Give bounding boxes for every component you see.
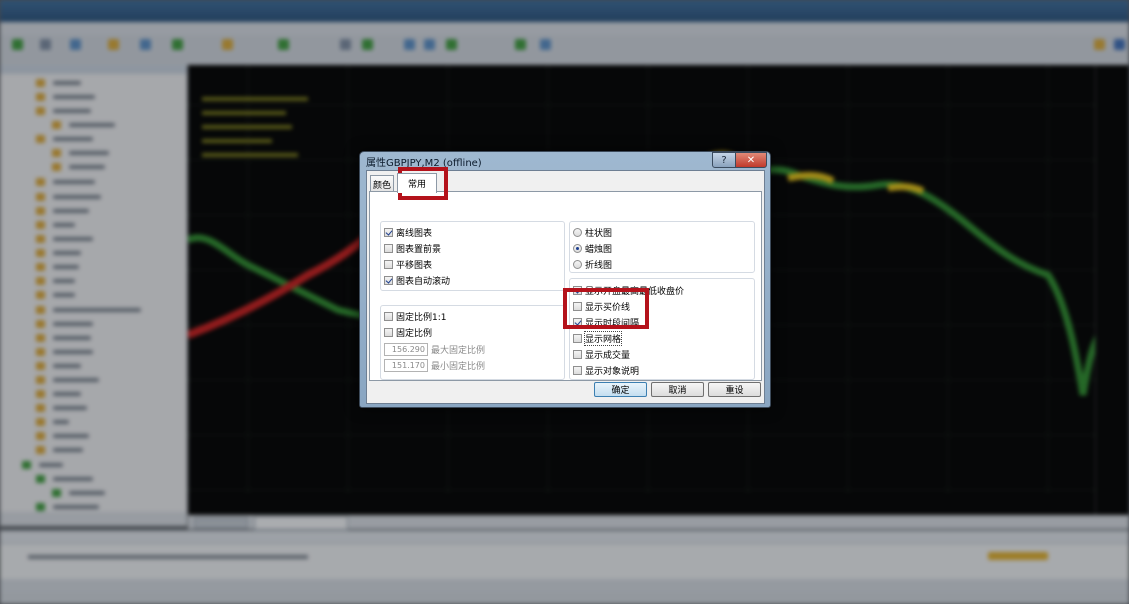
option-chart-autoscroll[interactable]: 图表自动滚动 (384, 274, 451, 287)
fixed-max-label: 最大固定比例 (431, 346, 486, 356)
option-show-period-separators[interactable]: 显示时段间隔 (573, 316, 640, 329)
checkbox[interactable] (384, 259, 393, 269)
option-show-volumes[interactable]: 显示成交量 (573, 348, 631, 361)
cancel-button[interactable]: 取消 (651, 382, 704, 397)
chart-type-candles[interactable]: 蜡烛图 (573, 242, 613, 255)
option-show-grid[interactable]: 显示网格 (573, 330, 623, 346)
option-label: 显示成交量 (585, 350, 631, 361)
checkbox[interactable] (384, 311, 393, 321)
option-label: 显示网格 (583, 330, 623, 346)
checkbox[interactable] (573, 349, 582, 359)
chart-type-group: 柱状图 蜡烛图 折线图 (569, 221, 755, 273)
ok-button[interactable]: 确定 (594, 382, 647, 397)
chart-options-group: 离线图表 图表置前景 平移图表 图表自动滚动 (380, 221, 565, 291)
fixed-max-input[interactable]: 156.290 (384, 343, 428, 356)
option-label: 离线图表 (396, 228, 433, 239)
option-show-ohlc[interactable]: 显示开盘最高最低收盘价 (573, 284, 685, 297)
radio-button[interactable] (573, 259, 582, 269)
scale-options-group: 固定比例1:1 固定比例 156.290 最大固定比例 151.170 最小固定… (380, 305, 565, 380)
checkbox[interactable] (384, 275, 393, 285)
fixed-min-input[interactable]: 151.170 (384, 359, 428, 372)
option-label: 图表置前景 (396, 244, 442, 255)
option-label: 平移图表 (396, 260, 433, 271)
option-label: 图表自动滚动 (396, 276, 451, 287)
option-label: 固定比例1:1 (396, 312, 447, 323)
option-show-object-descriptions[interactable]: 显示对象说明 (573, 364, 640, 377)
dialog-title: 属性GBPJPY,M2 (offline) (366, 158, 482, 169)
radio-button[interactable] (573, 243, 582, 253)
tab-panel-common: 离线图表 图表置前景 平移图表 图表自动滚动 固定比例1:1 固定比例 156.… (369, 191, 762, 381)
radio-button[interactable] (573, 227, 582, 237)
option-label: 柱状图 (585, 228, 613, 239)
dialog-body: 颜色 常用 离线图表 图表置前景 平移图表 图表自动滚动 固定比例1:1 固定比… (366, 170, 765, 404)
checkbox[interactable] (384, 327, 393, 337)
option-label: 固定比例 (396, 328, 433, 339)
checkbox[interactable] (384, 243, 393, 253)
checkbox[interactable] (573, 317, 582, 327)
tab-common[interactable]: 常用 (397, 173, 437, 193)
option-chart-shift[interactable]: 平移图表 (384, 258, 433, 271)
option-show-bid-line[interactable]: 显示买价线 (573, 300, 631, 313)
option-scale-fix-one-to-one[interactable]: 固定比例1:1 (384, 310, 447, 323)
option-label: 显示开盘最高最低收盘价 (585, 286, 685, 297)
fixed-min-label: 最小固定比例 (431, 362, 486, 372)
display-options-group: 显示开盘最高最低收盘价 显示买价线 显示时段间隔 显示网格 显示成交量 显示对象… (569, 278, 755, 380)
option-label: 显示买价线 (585, 302, 631, 313)
option-label: 蜡烛图 (585, 244, 613, 255)
checkbox[interactable] (573, 301, 582, 311)
option-label: 折线图 (585, 260, 613, 271)
option-offline-chart[interactable]: 离线图表 (384, 226, 433, 239)
checkbox[interactable] (573, 365, 582, 375)
chart-type-bars[interactable]: 柱状图 (573, 226, 613, 239)
help-button[interactable]: ? (712, 152, 736, 168)
chart-type-line[interactable]: 折线图 (573, 258, 613, 271)
checkbox[interactable] (384, 227, 393, 237)
reset-button[interactable]: 重设 (708, 382, 761, 397)
checkbox[interactable] (573, 333, 582, 343)
tab-colors[interactable]: 颜色 (370, 175, 394, 192)
option-chart-foreground[interactable]: 图表置前景 (384, 242, 442, 255)
checkbox[interactable] (573, 285, 582, 295)
properties-dialog: 属性GBPJPY,M2 (offline) ? ✕ 颜色 常用 离线图表 图表置… (359, 151, 771, 408)
option-label: 显示时段间隔 (585, 318, 640, 329)
option-scale-fix[interactable]: 固定比例 (384, 326, 433, 339)
option-label: 显示对象说明 (585, 366, 640, 377)
close-button[interactable]: ✕ (735, 152, 767, 168)
